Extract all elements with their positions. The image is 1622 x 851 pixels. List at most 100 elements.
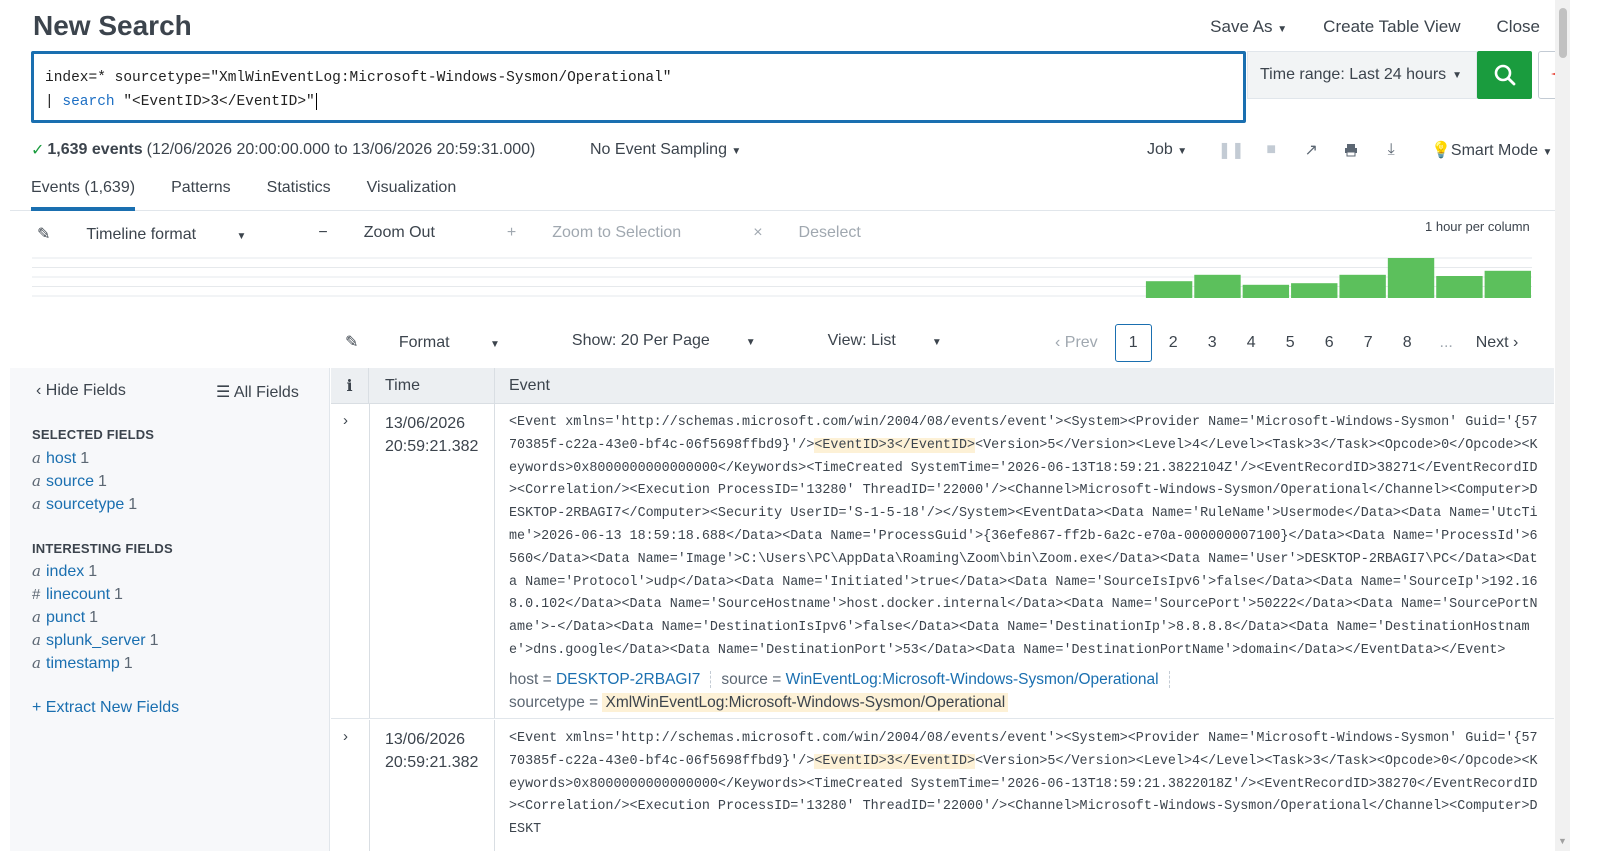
hide-fields-button[interactable]: ‹ Hide Fields (36, 382, 126, 400)
search-term-highlight[interactable]: <EventID>3</EventID> (814, 753, 976, 769)
sourcetype-value[interactable]: XmlWinEventLog:Microsoft-Windows-Sysmon/… (602, 693, 1009, 712)
chevron-right-icon[interactable]: › (343, 412, 348, 429)
view-dropdown[interactable]: View: List ▼ (828, 332, 978, 352)
page-scrollbar[interactable]: ▼ (1555, 0, 1570, 851)
string-type-icon: a (32, 472, 41, 490)
selected-fields-list: a host 1 a source 1 a sourcetype 1 (32, 447, 137, 516)
field-index[interactable]: a index 1 (32, 560, 159, 583)
create-table-view-button[interactable]: Create Table View (1323, 17, 1460, 37)
tab-patterns[interactable]: Patterns (171, 170, 231, 211)
pencil-icon: ✎ (37, 226, 51, 243)
caret-down-icon: ▼ (236, 231, 247, 242)
field-punct[interactable]: a punct 1 (32, 606, 159, 629)
field-host[interactable]: a host 1 (32, 447, 137, 470)
field-count: 1 (89, 609, 99, 626)
time-column-header[interactable]: Time (370, 368, 495, 404)
page-3-button[interactable]: 3 (1193, 334, 1232, 352)
all-fields-button[interactable]: ☰ All Fields (216, 382, 299, 402)
field-source[interactable]: a source 1 (32, 470, 137, 493)
page-1-button[interactable]: 1 (1114, 324, 1152, 362)
page-6-button[interactable]: 6 (1310, 334, 1349, 352)
deselect-label: Deselect (798, 224, 861, 241)
timeline-scale-label: 1 hour per column (1425, 219, 1530, 234)
search-term-highlight[interactable]: <EventID>3</EventID> (814, 437, 976, 453)
scroll-down-icon[interactable]: ▼ (1558, 836, 1567, 846)
source-key: source = (721, 671, 786, 688)
page-5-button[interactable]: 5 (1271, 334, 1310, 352)
tab-events[interactable]: Events (1,639) (31, 170, 136, 211)
page-7-button[interactable]: 7 (1349, 334, 1388, 352)
field-count: 1 (98, 473, 107, 490)
page-4-button[interactable]: 4 (1232, 334, 1271, 352)
stop-icon[interactable]: ■ (1251, 141, 1291, 159)
timeline-chart[interactable] (32, 256, 1532, 298)
job-menu[interactable]: Job ▼ (1147, 141, 1187, 159)
results-tabs: Events (1,639) Patterns Statistics Visua… (10, 170, 1600, 211)
share-icon[interactable]: ↗ (1291, 140, 1331, 160)
scrollbar-thumb[interactable] (1559, 8, 1567, 58)
tab-visualization[interactable]: Visualization (367, 170, 457, 211)
timeline-format-label: Timeline format (86, 226, 197, 243)
time-range-picker[interactable]: Time range: Last 24 hours ▼ (1247, 51, 1477, 99)
timeline-bar[interactable] (1194, 274, 1241, 298)
timeline-bar[interactable] (1436, 276, 1483, 298)
event-time-range: (12/06/2026 20:00:00.000 to 13/06/2026 2… (146, 141, 536, 158)
format-dropdown[interactable]: ✎ Format ▼ (345, 332, 536, 352)
download-icon[interactable]: ⤓ (1371, 141, 1411, 159)
string-type-icon: a (32, 608, 41, 626)
page-title: New Search (33, 10, 192, 41)
field-splunk-server[interactable]: a splunk_server 1 (32, 629, 159, 652)
table-row: › 13/06/2026 20:59:21.382 <Event xmlns='… (331, 404, 1554, 719)
caret-down-icon: ▼ (1177, 146, 1188, 157)
pause-icon[interactable]: ❚❚ (1211, 140, 1251, 160)
event-raw-text[interactable]: <Event xmlns='http://schemas.microsoft.c… (509, 412, 1541, 663)
extract-new-fields-link[interactable]: + Extract New Fields (32, 699, 179, 717)
tab-statistics[interactable]: Statistics (267, 170, 331, 211)
field-sourcetype[interactable]: a sourcetype 1 (32, 493, 137, 516)
prev-page-button[interactable]: ‹ Prev (1055, 334, 1098, 352)
table-row: › 13/06/2026 20:59:21.382 <Event xmlns='… (331, 720, 1554, 851)
source-value[interactable]: WinEventLog:Microsoft-Windows-Sysmon/Ope… (786, 671, 1159, 688)
field-count: 1 (88, 563, 98, 580)
save-as-menu[interactable]: Save As ▼ (1210, 17, 1287, 37)
timeline-bar[interactable] (1339, 274, 1386, 298)
field-linecount[interactable]: # linecount 1 (32, 583, 159, 606)
timeline-bar[interactable] (1387, 258, 1435, 298)
table-header: i Time Event (331, 368, 1554, 404)
lightbulb-icon: 💡 (1431, 142, 1451, 159)
close-button[interactable]: Close (1497, 17, 1540, 37)
event-raw-text[interactable]: <Event xmlns='http://schemas.microsoft.c… (509, 728, 1541, 842)
page-8-button[interactable]: 8 (1388, 334, 1427, 352)
timeline-bar[interactable] (1242, 284, 1290, 298)
field-timestamp[interactable]: a timestamp 1 (32, 652, 159, 675)
timeline-format-dropdown[interactable]: ✎ Timeline format ▼ (37, 224, 282, 244)
search-button[interactable] (1477, 51, 1532, 99)
field-name: host (46, 450, 77, 467)
print-icon[interactable] (1331, 143, 1371, 157)
page-2-button[interactable]: 2 (1154, 334, 1193, 352)
checkmark-icon: ✓ (31, 142, 45, 159)
search-mode-dropdown[interactable]: 💡Smart Mode ▼ (1431, 140, 1552, 160)
sourcetype-key: sourcetype = (509, 694, 603, 711)
zoom-out-button[interactable]: − Zoom Out (318, 224, 470, 244)
event-field-tags: host = DESKTOP-2RBAGI7 source = WinEventL… (509, 671, 1180, 689)
per-page-dropdown[interactable]: Show: 20 Per Page ▼ (572, 332, 792, 352)
event-sampling-dropdown[interactable]: No Event Sampling ▼ (590, 141, 741, 159)
event-timestamp[interactable]: 13/06/2026 20:59:21.382 (385, 728, 478, 774)
search-query-input[interactable]: index=* sourcetype="XmlWinEventLog:Micro… (31, 51, 1246, 123)
next-page-button[interactable]: Next › (1476, 334, 1519, 352)
list-icon: ☰ (216, 384, 231, 401)
per-page-label: Show: 20 Per Page (571, 332, 710, 349)
caret-down-icon: ▼ (1452, 69, 1463, 81)
deselect-button[interactable]: × Deselect (753, 224, 897, 244)
chevron-left-icon: ‹ (36, 382, 42, 399)
timeline-bar[interactable] (1484, 270, 1531, 298)
timeline-bar[interactable] (1145, 281, 1193, 298)
timeline-bar[interactable] (1291, 283, 1338, 298)
zoom-to-selection-button[interactable]: + Zoom to Selection (507, 224, 717, 244)
chevron-right-icon[interactable]: › (343, 728, 348, 745)
host-value[interactable]: DESKTOP-2RBAGI7 (556, 671, 700, 688)
field-count: 1 (149, 632, 159, 649)
event-timestamp[interactable]: 13/06/2026 20:59:21.382 (385, 412, 478, 458)
timeline-toolbar: ✎ Timeline format ▼ − Zoom Out + Zoom to Se… (37, 224, 933, 244)
